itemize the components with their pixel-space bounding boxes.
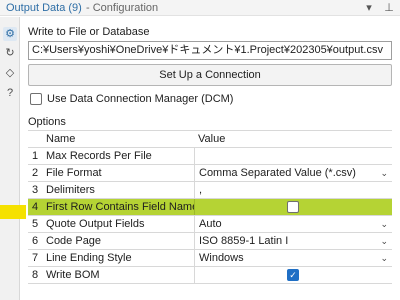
code-page-select[interactable]: ISO 8859-1 Latin I ⌄: [194, 233, 392, 249]
row-number: 3: [31, 184, 39, 196]
gear-icon[interactable]: ⚙: [3, 27, 17, 41]
table-header-row: Name Value: [28, 131, 392, 148]
first-row-field-names-checkbox[interactable]: [287, 201, 299, 213]
column-header-value: Value: [198, 133, 226, 145]
delimiters-input[interactable]: ,: [194, 182, 392, 198]
option-name: Quote Output Fields: [46, 218, 145, 230]
table-row: 1 Max Records Per File: [28, 148, 392, 165]
quote-output-select[interactable]: Auto ⌄: [194, 216, 392, 232]
file-format-select[interactable]: Comma Separated Value (*.csv) ⌄: [194, 165, 392, 181]
option-name: Delimiters: [46, 184, 95, 196]
help-icon[interactable]: ?: [3, 86, 17, 100]
row-number-header: [28, 131, 42, 147]
table-row: 2 File Format Comma Separated Value (*.c…: [28, 165, 392, 182]
option-name: Max Records Per File: [46, 150, 152, 162]
chevron-down-icon[interactable]: ⌄: [380, 165, 388, 181]
chevron-down-icon[interactable]: ▾: [362, 1, 376, 15]
chevron-down-icon[interactable]: ⌄: [380, 216, 388, 232]
table-row: 3 Delimiters ,: [28, 182, 392, 199]
options-label: Options: [28, 116, 66, 128]
file-format-value: Comma Separated Value (*.csv): [199, 167, 356, 179]
row-number: 6: [31, 235, 39, 247]
dcm-label: Use Data Connection Manager (DCM): [47, 93, 234, 105]
table-row-highlighted: 4 First Row Contains Field Names: [28, 199, 392, 216]
max-records-input[interactable]: [194, 148, 392, 164]
refresh-icon[interactable]: ↻: [3, 46, 17, 60]
line-ending-select[interactable]: Windows ⌄: [194, 250, 392, 266]
option-name: Write BOM: [46, 269, 100, 281]
option-name: First Row Contains Field Names: [46, 201, 194, 213]
write-bom-cell: ✓: [194, 267, 392, 283]
dcm-checkbox[interactable]: [30, 93, 42, 105]
table-row: 7 Line Ending Style Windows ⌄: [28, 250, 392, 267]
quote-output-value: Auto: [199, 218, 222, 230]
setup-connection-button[interactable]: Set Up a Connection: [28, 64, 392, 86]
row-number: 4: [31, 201, 39, 213]
option-name: File Format: [46, 167, 102, 179]
write-section-label: Write to File or Database: [28, 26, 150, 38]
side-rail: ⚙ ↻ ◇ ?: [0, 17, 20, 300]
table-row: 8 Write BOM ✓: [28, 267, 392, 284]
option-name: Line Ending Style: [46, 252, 132, 264]
write-bom-checkbox[interactable]: ✓: [287, 269, 299, 281]
row-number: 8: [31, 269, 39, 281]
title-bar: Output Data (9) - Configuration ▾ ⊥: [0, 0, 400, 16]
column-header-name: Name: [46, 133, 76, 145]
options-table: Name Value 1 Max Records Per File 2 File…: [28, 130, 392, 284]
chevron-down-icon[interactable]: ⌄: [380, 250, 388, 266]
highlight-marker: [0, 205, 26, 219]
tag-icon[interactable]: ◇: [3, 66, 17, 80]
row-number: 1: [31, 150, 39, 162]
file-path-field[interactable]: C:¥Users¥yoshi¥OneDrive¥ドキュメント¥1.Project…: [28, 41, 392, 60]
window-title: Output Data (9): [6, 2, 82, 14]
pin-icon[interactable]: ⊥: [382, 1, 396, 15]
row-number: 7: [31, 252, 39, 264]
first-row-field-names-cell: [194, 199, 392, 215]
code-page-value: ISO 8859-1 Latin I: [199, 235, 289, 247]
line-ending-value: Windows: [199, 252, 244, 264]
window-subtitle: - Configuration: [86, 2, 159, 14]
chevron-down-icon[interactable]: ⌄: [380, 233, 388, 249]
table-row: 6 Code Page ISO 8859-1 Latin I ⌄: [28, 233, 392, 250]
option-name: Code Page: [46, 235, 102, 247]
row-number: 5: [31, 218, 39, 230]
table-row: 5 Quote Output Fields Auto ⌄: [28, 216, 392, 233]
row-number: 2: [31, 167, 39, 179]
